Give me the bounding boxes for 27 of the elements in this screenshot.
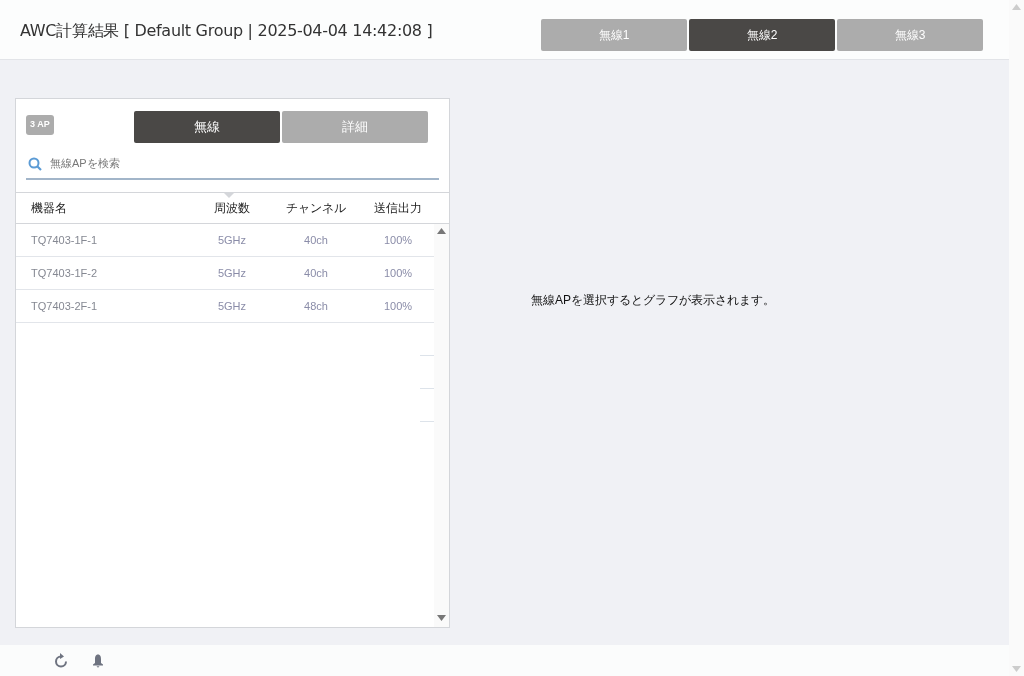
table-cell-text: 100%: [382, 232, 414, 248]
table-cell-text: 5GHz: [216, 265, 248, 281]
page-title: AWC計算結果 [ Default Group | 2025-04-04 14:42:08 ]: [20, 20, 433, 42]
search-icon: [28, 157, 42, 171]
table-cell-text: TQ7403-2F-1: [30, 298, 99, 314]
empty-graph-message: 無線APを選択するとグラフが表示されます。: [531, 292, 776, 309]
tab[interactable]: 無線2: [689, 19, 835, 51]
scroll-down-icon[interactable]: [437, 615, 446, 621]
column-header[interactable]: チャンネル: [270, 199, 362, 217]
table-cell-text: 5GHz: [216, 298, 248, 314]
tab[interactable]: 無線: [133, 111, 280, 143]
refresh-icon[interactable]: [54, 653, 68, 668]
table-cell-text: TQ7403-1F-1: [30, 232, 99, 248]
table-cell-text: 48ch: [303, 298, 329, 314]
table-cell-text: TQ7403-1F-2: [30, 265, 99, 281]
bell-icon[interactable]: [92, 653, 104, 668]
ap-count-badge: 3 AP: [26, 115, 54, 135]
column-header[interactable]: 送信出力: [362, 199, 434, 217]
table-cell-text: 40ch: [303, 265, 329, 281]
column-header[interactable]: 周波数: [194, 199, 270, 217]
search-field[interactable]: 無線APを検索: [26, 147, 439, 180]
table-cell-text: 40ch: [303, 232, 329, 248]
table-cell-text: 100%: [382, 265, 414, 281]
scroll-up-icon[interactable]: [437, 228, 446, 234]
table-cell-text: 100%: [382, 298, 414, 314]
column-header[interactable]: 機器名: [16, 199, 194, 217]
table-cell-text: 5GHz: [216, 232, 248, 248]
